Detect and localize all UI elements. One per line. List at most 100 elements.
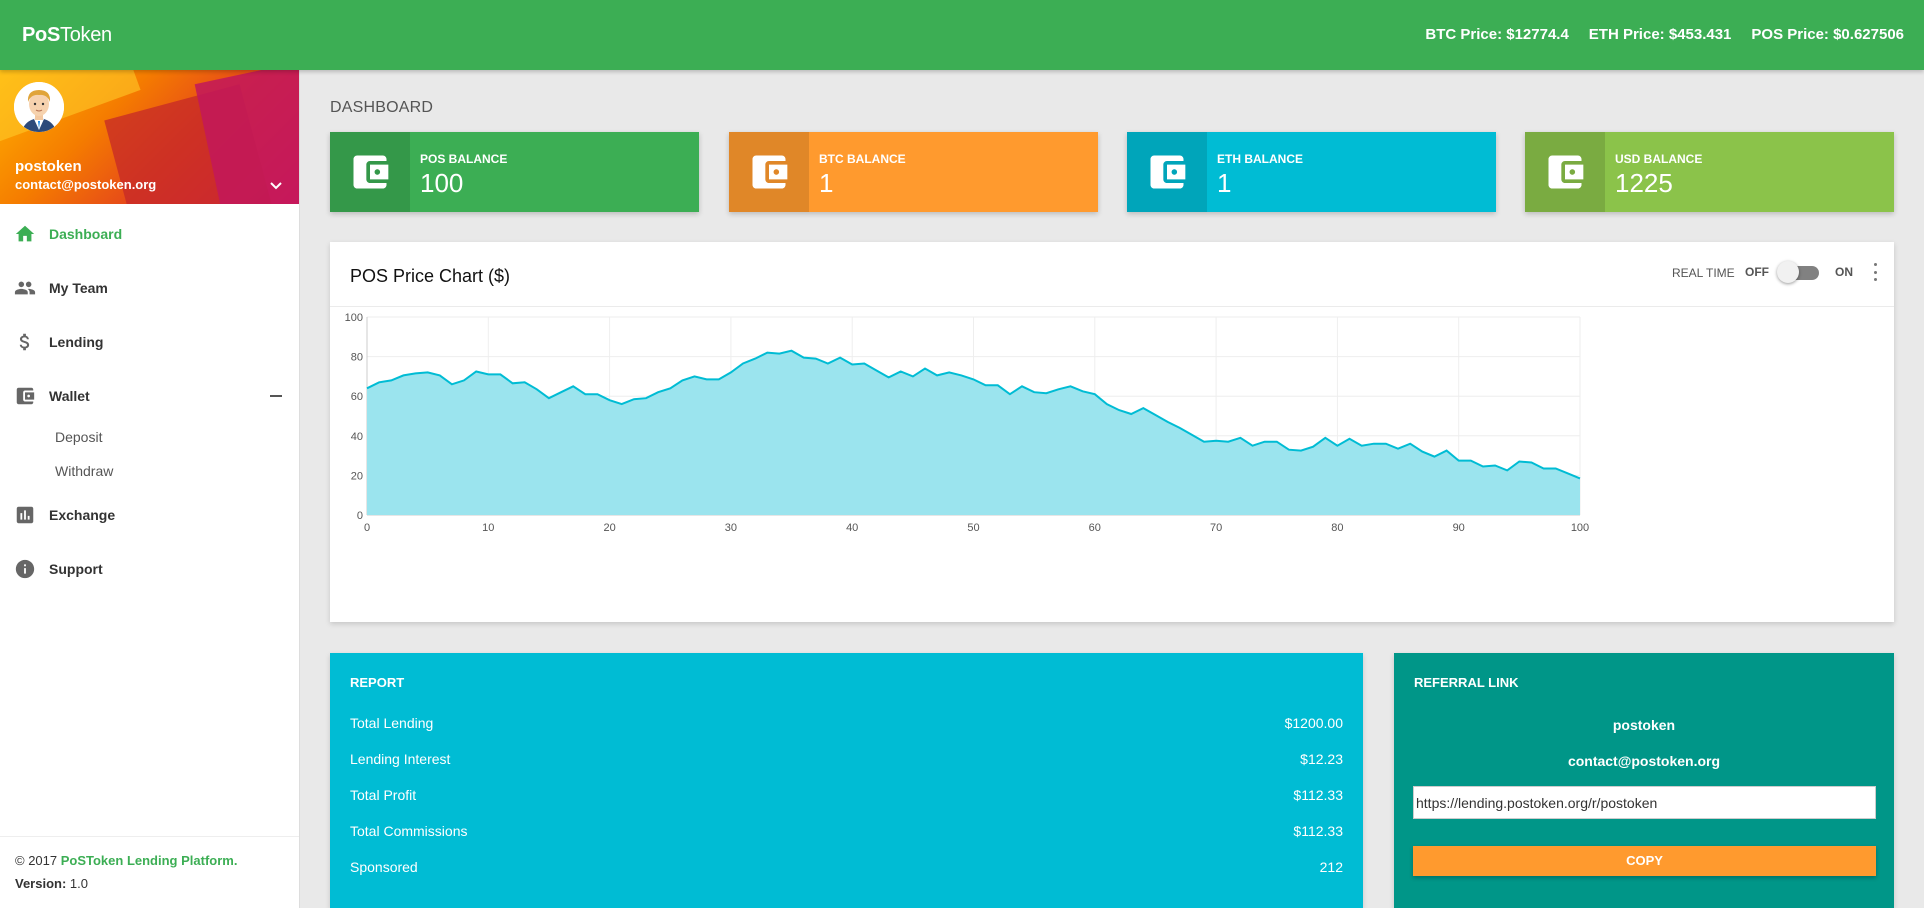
price-ticker: BTC Price: $12774.4 ETH Price: $453.431 … <box>1425 26 1904 43</box>
sidebar-item-support[interactable]: Support <box>0 547 299 591</box>
y-tick-label: 100 <box>345 312 363 324</box>
wallet-icon <box>14 385 36 407</box>
realtime-label: REAL TIME <box>1672 266 1735 280</box>
report-row-label: Sponsored <box>350 859 418 875</box>
x-tick-label: 20 <box>603 522 615 534</box>
wallet-icon <box>1525 132 1605 212</box>
usd-balance-box[interactable]: USD BALANCE 1225 <box>1525 132 1894 212</box>
y-tick-label: 40 <box>351 431 363 443</box>
realtime-off-label: OFF <box>1745 265 1769 279</box>
x-tick-label: 80 <box>1331 522 1343 534</box>
report-row-label: Total Commissions <box>350 823 468 839</box>
x-tick-label: 60 <box>1089 522 1101 534</box>
report-row-value: 212 <box>1319 859 1343 875</box>
x-tick-label: 50 <box>967 522 979 534</box>
report-row-value: $12.23 <box>1300 751 1343 767</box>
report-row-value: $1200.00 <box>1284 715 1343 731</box>
user-email: contact@postoken.org <box>15 177 157 192</box>
sidebar-subitem-withdraw[interactable]: Withdraw <box>55 463 113 479</box>
btc-balance-box[interactable]: BTC BALANCE 1 <box>729 132 1098 212</box>
chart-header: POS Price Chart ($) REAL TIME OFF ON <box>330 242 1894 307</box>
user-menu-chevron-icon[interactable] <box>268 178 284 194</box>
report-row-value: $112.33 <box>1293 787 1343 803</box>
balance-value: 1 <box>1217 168 1232 198</box>
user-name: postoken <box>15 158 82 175</box>
y-tick-label: 20 <box>351 470 363 482</box>
copy-button[interactable]: COPY <box>1413 846 1876 876</box>
report-row: Total Lending $1200.00 <box>350 715 1343 735</box>
x-tick-label: 10 <box>482 522 494 534</box>
info-icon <box>14 558 36 580</box>
x-tick-label: 90 <box>1453 522 1465 534</box>
people-icon <box>14 277 36 299</box>
balance-label: BTC BALANCE <box>819 152 906 166</box>
referral-header: REFERRAL LINK <box>1414 675 1519 690</box>
wallet-icon <box>330 132 410 212</box>
x-tick-label: 30 <box>725 522 737 534</box>
page-title: DASHBOARD <box>330 99 434 116</box>
price-chart: 0 20 40 60 80 100 0 10 20 30 40 50 60 70 80 90 100 <box>345 312 1590 534</box>
sidebar-item-label: My Team <box>49 280 108 296</box>
x-tick-label: 100 <box>1571 522 1589 534</box>
referral-email: contact@postoken.org <box>1567 753 1721 769</box>
y-tick-label: 0 <box>357 510 363 522</box>
more-options-icon[interactable] <box>1871 263 1879 281</box>
y-tick-label: 60 <box>351 391 363 403</box>
referral-username: postoken <box>1612 717 1676 733</box>
sidebar-subitem-deposit[interactable]: Deposit <box>55 429 102 445</box>
balance-label: USD BALANCE <box>1615 152 1703 166</box>
company-link[interactable]: PoSToken Lending Platform. <box>61 853 238 868</box>
realtime-toggle[interactable] <box>1777 261 1823 283</box>
referral-link-input[interactable] <box>1413 786 1876 819</box>
report-row: Lending Interest $12.23 <box>350 751 1343 771</box>
eth-price: ETH Price: $453.431 <box>1588 26 1732 43</box>
report-row: Sponsored 212 <box>350 859 1343 879</box>
sidebar: postoken contact@postoken.org Dashboard … <box>0 70 300 908</box>
sidebar-item-dashboard[interactable]: Dashboard <box>0 212 299 256</box>
btc-price: BTC Price: $12774.4 <box>1425 26 1569 43</box>
sidebar-item-label: Wallet <box>49 388 90 404</box>
balance-label: ETH BALANCE <box>1217 152 1303 166</box>
pos-balance-box[interactable]: POS BALANCE 100 <box>330 132 699 212</box>
report-row-value: $112.33 <box>1293 823 1343 839</box>
user-info: postoken contact@postoken.org <box>0 70 299 204</box>
balance-value: 1225 <box>1615 168 1673 198</box>
chart-title: POS Price Chart ($) <box>350 266 511 286</box>
x-tick-label: 70 <box>1210 522 1222 534</box>
report-row: Total Commissions $112.33 <box>350 823 1343 843</box>
report-row-label: Lending Interest <box>350 751 451 767</box>
brand-logo[interactable]: PoSToken <box>22 24 112 47</box>
avatar[interactable] <box>14 82 64 132</box>
y-tick-label: 80 <box>351 352 363 364</box>
bar-chart-icon <box>14 504 36 526</box>
wallet-icon <box>729 132 809 212</box>
sidebar-item-my-team[interactable]: My Team <box>0 266 299 310</box>
report-row-label: Total Lending <box>350 715 434 731</box>
referral-card: REFERRAL LINK postoken contact@postoken.… <box>1394 653 1894 908</box>
sidebar-item-exchange[interactable]: Exchange <box>0 493 299 537</box>
home-icon <box>14 223 36 245</box>
eth-balance-box[interactable]: ETH BALANCE 1 <box>1127 132 1496 212</box>
balance-value: 100 <box>420 168 464 198</box>
report-row-label: Total Profit <box>350 787 417 803</box>
sidebar-item-label: Lending <box>49 334 104 350</box>
sidebar-item-lending[interactable]: Lending <box>0 320 299 364</box>
dollar-icon <box>14 331 36 353</box>
report-card: REPORT Total Lending $1200.00 Lending In… <box>330 653 1363 908</box>
top-bar: PoSToken BTC Price: $12774.4 ETH Price: … <box>0 0 1924 70</box>
x-tick-label: 0 <box>364 522 370 534</box>
wallet-icon <box>1127 132 1207 212</box>
balance-value: 1 <box>819 168 834 198</box>
realtime-on-label: ON <box>1835 265 1853 279</box>
x-tick-label: 40 <box>846 522 858 534</box>
collapse-minus-icon[interactable] <box>270 395 282 397</box>
pos-price: POS Price: $0.627506 <box>1751 26 1904 43</box>
balance-label: POS BALANCE <box>420 152 508 166</box>
report-row: Total Profit $112.33 <box>350 787 1343 807</box>
sidebar-item-label: Support <box>49 561 103 577</box>
sidebar-item-wallet[interactable]: Wallet <box>0 374 299 418</box>
copyright: © 2017 PoSToken Lending Platform. <box>15 853 238 868</box>
legal-footer: © 2017 PoSToken Lending Platform. Versio… <box>0 836 299 908</box>
report-header: REPORT <box>350 675 405 690</box>
price-chart-card: POS Price Chart ($) REAL TIME OFF ON 0 20… <box>330 242 1894 622</box>
